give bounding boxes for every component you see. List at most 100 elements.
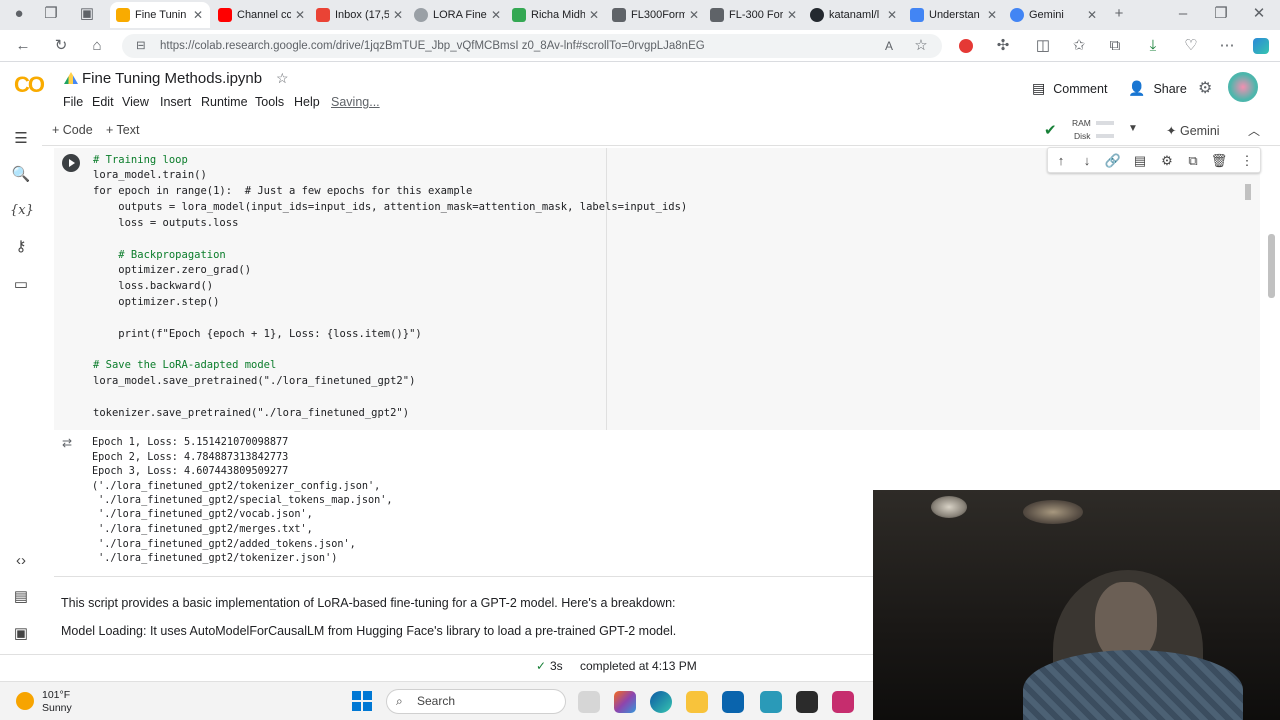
reload-icon[interactable]: ↻ [50,36,72,56]
browser-tab[interactable]: Channel cc ✕ [212,2,310,28]
browser-tab[interactable]: katanaml/l ✕ [804,2,902,28]
file-explorer-icon[interactable] [686,691,708,713]
runtime-dropdown-icon[interactable]: ▼ [1128,123,1138,134]
files-folder-icon[interactable]: ▭ [10,274,32,296]
code-line[interactable]: # Training loop [93,153,188,167]
code-snippets-icon[interactable]: ‹› [10,550,32,572]
menu-view[interactable]: View [122,95,149,109]
comment-button[interactable]: ▤ Comment [1032,80,1107,97]
move-down-icon[interactable]: ↓ [1078,152,1096,170]
close-tab-icon[interactable]: ✕ [787,8,797,22]
browser-essentials-icon[interactable]: ♡ [1180,36,1202,56]
browser-tab[interactable]: LORA Fine ✕ [408,2,506,28]
new-tab-icon[interactable]: + [1108,4,1130,24]
code-line[interactable]: lora_model.save_pretrained("./lora_finet… [93,374,415,388]
menu-file[interactable]: File [63,95,83,109]
code-line[interactable]: tokenizer.save_pretrained("./lora_finetu… [93,406,409,420]
code-line[interactable]: loss = outputs.loss [93,216,238,230]
terminal-icon[interactable]: ▣ [10,623,32,645]
workspaces-icon[interactable]: ❐ [40,4,62,24]
maximize-window-icon[interactable]: ❐ [1210,4,1232,24]
favorites-icon[interactable]: ✩ [1068,36,1090,56]
add-text-button[interactable]: + Text [106,123,139,137]
close-tab-icon[interactable]: ✕ [295,8,305,22]
add-code-button[interactable]: + Code [52,123,93,137]
code-line[interactable]: for epoch in range(1): # Just a few epoc… [93,184,472,198]
task-view-icon[interactable] [578,691,600,713]
editor-scrollbar[interactable] [1245,184,1251,200]
back-icon[interactable]: ← [12,36,34,56]
browser-tab[interactable]: Inbox (17,5 ✕ [310,2,408,28]
colab-logo[interactable]: CO [14,72,45,98]
move-up-icon[interactable]: ↑ [1052,152,1070,170]
notepad-icon[interactable] [760,691,782,713]
split-screen-icon[interactable]: ◫ [1032,36,1054,56]
close-tab-icon[interactable]: ✕ [491,8,501,22]
browser-tab[interactable]: FL300Form ✕ [606,2,704,28]
read-aloud-icon[interactable]: A [878,36,900,56]
code-line[interactable]: print(f"Epoch {epoch + 1}, Loss: {loss.i… [93,327,421,341]
downloads-icon[interactable]: ⤓ [1142,36,1164,56]
mirror-cell-icon[interactable]: ⧉ [1184,152,1202,170]
close-tab-icon[interactable]: ✕ [887,8,897,22]
browser-tab[interactable]: Gemini ✕ [1004,2,1102,28]
cell-settings-gear-icon[interactable]: ⚙ [1158,152,1176,170]
close-tab-icon[interactable]: ✕ [987,8,997,22]
browser-tab[interactable]: Understan ✕ [904,2,1002,28]
collapse-header-icon[interactable]: ︿ [1248,122,1260,139]
text-cell-paragraph[interactable]: Model Loading: It uses AutoModelForCausa… [61,624,676,638]
search-icon[interactable]: 🔍 [10,164,32,186]
settings-gear-icon[interactable]: ⚙ [1198,78,1212,98]
adblock-icon[interactable] [955,36,977,56]
close-tab-icon[interactable]: ✕ [1087,8,1097,22]
text-cell-paragraph[interactable]: This script provides a basic implementat… [61,596,676,610]
close-tab-icon[interactable]: ✕ [689,8,699,22]
tab-actions-icon[interactable]: ▣ [76,4,98,24]
comment-cell-icon[interactable]: ▤ [1131,152,1149,170]
menu-runtime[interactable]: Runtime [201,95,248,109]
edge-browser-icon[interactable] [650,691,672,713]
code-line[interactable]: # Save the LoRA-adapted model [93,358,276,372]
more-actions-icon[interactable]: ⋮ [1238,152,1256,170]
close-window-icon[interactable]: ✕ [1248,4,1270,24]
favorite-star-icon[interactable]: ☆ [910,36,932,56]
avatar[interactable] [1228,72,1258,102]
menu-help[interactable]: Help [294,95,320,109]
weather-temperature[interactable]: 101°F [42,689,70,701]
collections-icon[interactable]: ⧉ [1104,36,1126,56]
code-line[interactable]: # Backpropagation [93,248,225,262]
snipping-tool-icon[interactable] [832,691,854,713]
delete-cell-icon[interactable]: 🗑 [1210,152,1228,170]
browser-tab[interactable]: Richa Midh ✕ [506,2,604,28]
gemini-button[interactable]: ✦ Gemini [1166,123,1220,138]
code-line[interactable]: optimizer.step() [93,295,219,309]
menu-tools[interactable]: Tools [255,95,284,109]
browser-tab[interactable]: FL-300 For ✕ [704,2,802,28]
link-icon[interactable]: 🔗 [1104,152,1122,170]
outlook-icon[interactable] [722,691,744,713]
menu-insert[interactable]: Insert [160,95,191,109]
terminal-app-icon[interactable] [796,691,818,713]
table-of-contents-icon[interactable]: ☰ [10,128,32,150]
close-tab-icon[interactable]: ✕ [393,8,403,22]
variables-icon[interactable]: {x} [10,200,34,222]
close-tab-icon[interactable]: ✕ [193,8,203,22]
home-icon[interactable]: ⌂ [86,36,108,56]
star-icon[interactable]: ☆ [276,70,289,87]
command-palette-icon[interactable]: ▤ [10,586,32,608]
weather-condition[interactable]: Sunny [42,702,72,714]
output-options-icon[interactable]: ⇄ [62,436,72,450]
address-bar[interactable]: ⊟ https://colab.research.google.com/driv… [122,34,942,58]
code-line[interactable]: outputs = lora_model(input_ids=input_ids… [93,200,687,214]
windows-start-icon[interactable] [352,691,372,711]
site-info-icon[interactable]: ⊟ [136,34,146,58]
browser-tab[interactable]: Fine Tunin ✕ [110,2,210,28]
sun-icon[interactable] [16,692,34,710]
code-line[interactable]: optimizer.zero_grad() [93,263,251,277]
code-line[interactable]: loss.backward() [93,279,213,293]
taskbar-search[interactable]: ⌕ Search [386,689,566,714]
code-line[interactable]: lora_model.train() [93,168,207,182]
menu-edit[interactable]: Edit [92,95,114,109]
notebook-title[interactable]: Fine Tuning Methods.ipynb [82,70,262,87]
close-tab-icon[interactable]: ✕ [589,8,599,22]
